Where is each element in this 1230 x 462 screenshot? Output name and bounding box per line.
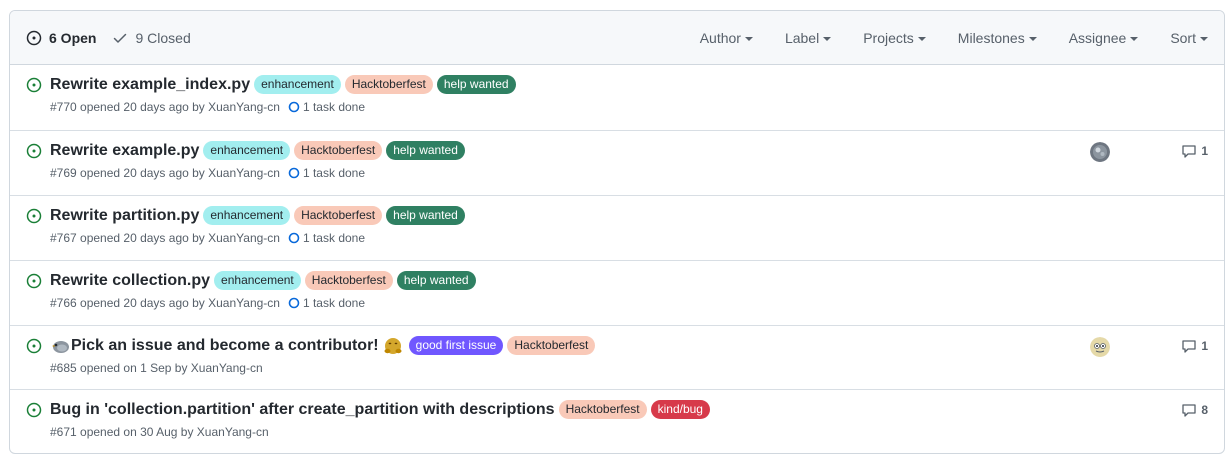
label-help-wanted[interactable]: help wanted (396, 271, 476, 290)
comment-icon (1182, 404, 1196, 417)
caret-down-icon (1130, 36, 1139, 41)
filter-label: Sort (1170, 29, 1196, 46)
caret-down-icon (744, 36, 753, 41)
assignee-avatar[interactable] (1090, 337, 1110, 357)
issue-opened-icon (26, 30, 42, 45)
task-label: 1 task done (302, 100, 366, 114)
filter-label: Label (784, 29, 820, 46)
label-help-wanted[interactable]: help wanted (436, 75, 516, 94)
task-label: 1 task done (302, 296, 366, 310)
task-label: 1 task done (302, 231, 366, 245)
issue-row: Bug in 'collection.partition' after crea… (10, 390, 1224, 453)
comment-count: 1 (1201, 144, 1208, 158)
comment-count: 1 (1201, 339, 1208, 353)
task-progress-icon (288, 297, 300, 309)
filter-bar: Author Label Projects Milestones Assigne… (700, 30, 1208, 46)
issue-meta: #770 opened 20 days ago by XuanYang-cn (50, 100, 280, 114)
milestones-filter[interactable]: Milestones (958, 30, 1037, 46)
issue-row: Rewrite example_index.py enhancement Hac… (10, 65, 1224, 131)
issue-row: Pick an issue and become a contributor! … (10, 326, 1224, 390)
task-progress: 1 task done (288, 296, 365, 310)
task-progress: 1 task done (288, 100, 365, 114)
issue-title-link[interactable]: Rewrite example.py (50, 142, 199, 160)
issue-opened-icon (26, 402, 42, 418)
issue-meta: #671 opened on 30 Aug by XuanYang-cn (50, 425, 269, 439)
avatar-icon (1090, 337, 1110, 357)
label-hacktoberfest[interactable]: Hacktoberfest (304, 271, 393, 290)
caret-down-icon (1200, 36, 1208, 41)
task-progress-icon (288, 101, 300, 113)
label-filter[interactable]: Label (784, 29, 832, 46)
issue-states: 6 Open 9 Closed (26, 30, 191, 46)
label-help-wanted[interactable]: help wanted (386, 141, 465, 160)
label-enhancement[interactable]: enhancement (203, 141, 291, 160)
label-hacktoberfest[interactable]: Hacktoberfest (344, 75, 433, 94)
label-enhancement[interactable]: enhancement (254, 75, 341, 94)
caret-down-icon (823, 36, 832, 41)
issue-title-link[interactable]: Pick an issue and become a contributor! (71, 337, 379, 355)
filter-label: Projects (863, 29, 914, 46)
issues-box: 6 Open 9 Closed Author Label Projects Mi… (9, 10, 1225, 454)
check-icon (114, 33, 127, 43)
issue-meta: #767 opened 20 days ago by XuanYang-cn (50, 231, 280, 245)
open-issues-filter[interactable]: 6 Open (26, 30, 96, 46)
assignee-filter[interactable]: Assignee (1069, 30, 1139, 46)
comments-link[interactable]: 8 (1181, 402, 1208, 418)
issue-row: Rewrite partition.py enhancement Hacktob… (10, 196, 1224, 261)
issue-opened-icon (26, 338, 42, 354)
caret-down-icon (917, 36, 926, 41)
comments-link[interactable]: 1 (1181, 338, 1208, 354)
task-label: 1 task done (302, 166, 366, 180)
projects-filter[interactable]: Projects (863, 30, 926, 46)
open-count: 6 Open (49, 29, 97, 46)
comment-count: 8 (1201, 403, 1208, 417)
sort-filter[interactable]: Sort (1170, 30, 1208, 46)
issue-opened-icon (26, 143, 42, 159)
label-enhancement[interactable]: enhancement (203, 206, 291, 225)
label-enhancement[interactable]: enhancement (214, 271, 301, 290)
closed-issues-filter[interactable]: 9 Closed (112, 29, 191, 46)
issue-row: Rewrite example.py enhancement Hacktober… (10, 131, 1224, 196)
comments-link[interactable]: 1 (1181, 143, 1208, 159)
task-progress-icon (288, 167, 300, 179)
task-progress-icon (288, 232, 300, 244)
hugging-face-emoji-icon (384, 337, 402, 354)
label-help-wanted[interactable]: help wanted (386, 206, 465, 225)
filter-label: Assignee (1068, 29, 1127, 46)
issue-title-link[interactable]: Rewrite collection.py (50, 272, 210, 290)
label-hacktoberfest[interactable]: Hacktoberfest (294, 206, 383, 225)
issue-title-link[interactable]: Rewrite partition.py (50, 207, 199, 225)
task-progress: 1 task done (288, 166, 365, 180)
task-progress: 1 task done (288, 231, 365, 245)
issue-meta: #685 opened on 1 Sep by XuanYang-cn (50, 361, 263, 375)
issue-title-link[interactable]: Rewrite example_index.py (50, 76, 250, 94)
caret-down-icon (1028, 36, 1037, 41)
avatar-icon (1090, 142, 1110, 162)
issue-meta: #766 opened 20 days ago by XuanYang-cn (50, 296, 280, 310)
issue-row: Rewrite collection.py enhancement Hackto… (10, 261, 1224, 326)
assignee-avatar[interactable] (1090, 142, 1110, 162)
label-hacktoberfest[interactable]: Hacktoberfest (507, 336, 596, 355)
bird-emoji-icon (52, 340, 69, 353)
issue-opened-icon (26, 273, 42, 289)
issue-opened-icon (26, 77, 42, 93)
comment-icon (1182, 145, 1196, 158)
label-hacktoberfest[interactable]: Hacktoberfest (294, 141, 383, 160)
label-good-first-issue[interactable]: good first issue (408, 336, 504, 355)
label-kind-bug[interactable]: kind/bug (650, 400, 710, 419)
comment-icon (1182, 340, 1196, 353)
issue-title-link[interactable]: Bug in 'collection.partition' after crea… (50, 401, 555, 419)
filter-label: Author (699, 29, 741, 46)
filter-label: Milestones (957, 29, 1025, 46)
issue-meta: #769 opened 20 days ago by XuanYang-cn (50, 166, 280, 180)
label-hacktoberfest[interactable]: Hacktoberfest (558, 400, 647, 419)
closed-count: 9 Closed (135, 29, 191, 46)
issues-header: 6 Open 9 Closed Author Label Projects Mi… (10, 11, 1224, 65)
issue-opened-icon (26, 208, 42, 224)
author-filter[interactable]: Author (700, 30, 753, 46)
